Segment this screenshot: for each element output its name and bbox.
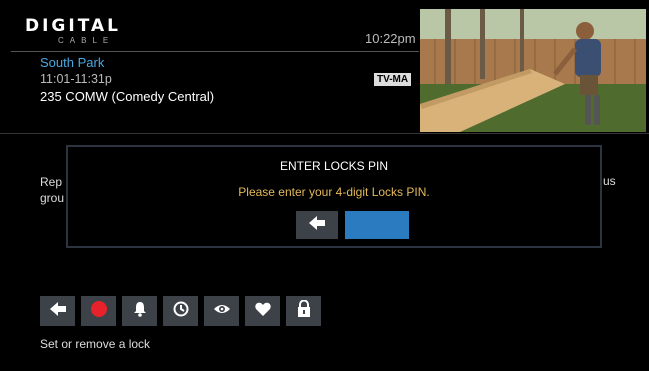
bell-icon [132, 301, 148, 322]
dialog-message: Please enter your 4-digit Locks PIN. [238, 185, 430, 199]
watch-button[interactable] [204, 296, 239, 326]
lock-icon [297, 299, 311, 322]
logo-sub-text: CABLE [58, 36, 115, 45]
back-action-button[interactable] [40, 296, 75, 326]
clock-icon [173, 301, 189, 322]
back-arrow-icon [49, 301, 66, 321]
header-divider [11, 51, 419, 52]
program-description-right: us [603, 174, 616, 188]
live-preview[interactable] [420, 9, 646, 132]
locks-pin-dialog: ENTER LOCKS PIN Please enter your 4-digi… [66, 145, 602, 248]
pin-input-field[interactable] [345, 211, 409, 239]
digital-cable-logo: DIGITAL CABLE [25, 16, 135, 46]
eye-icon [213, 302, 231, 320]
section-divider [0, 133, 649, 134]
rating-badge: TV-MA [374, 73, 412, 86]
lock-button[interactable] [286, 296, 321, 326]
program-channel: 235 COMW (Comedy Central) [40, 89, 215, 104]
record-button[interactable] [81, 296, 116, 326]
description-line: Rep [40, 175, 63, 189]
program-time: 11:01-11:31p [40, 72, 112, 86]
schedule-button[interactable] [163, 296, 198, 326]
clock: 10:22pm [365, 31, 416, 46]
program-title: South Park [40, 55, 105, 70]
logo-main-text: DIGITAL [25, 16, 121, 36]
back-button[interactable] [296, 211, 338, 239]
reminder-button[interactable] [122, 296, 157, 326]
record-icon [90, 300, 107, 322]
dialog-title: ENTER LOCKS PIN [279, 159, 389, 173]
program-description: Rep grou [40, 174, 64, 206]
description-line: grou [40, 191, 65, 205]
favorite-button[interactable] [245, 296, 280, 326]
heart-icon [254, 302, 271, 321]
action-hint: Set or remove a lock [40, 337, 151, 351]
left-arrow-icon [309, 215, 325, 235]
action-bar [40, 296, 321, 326]
